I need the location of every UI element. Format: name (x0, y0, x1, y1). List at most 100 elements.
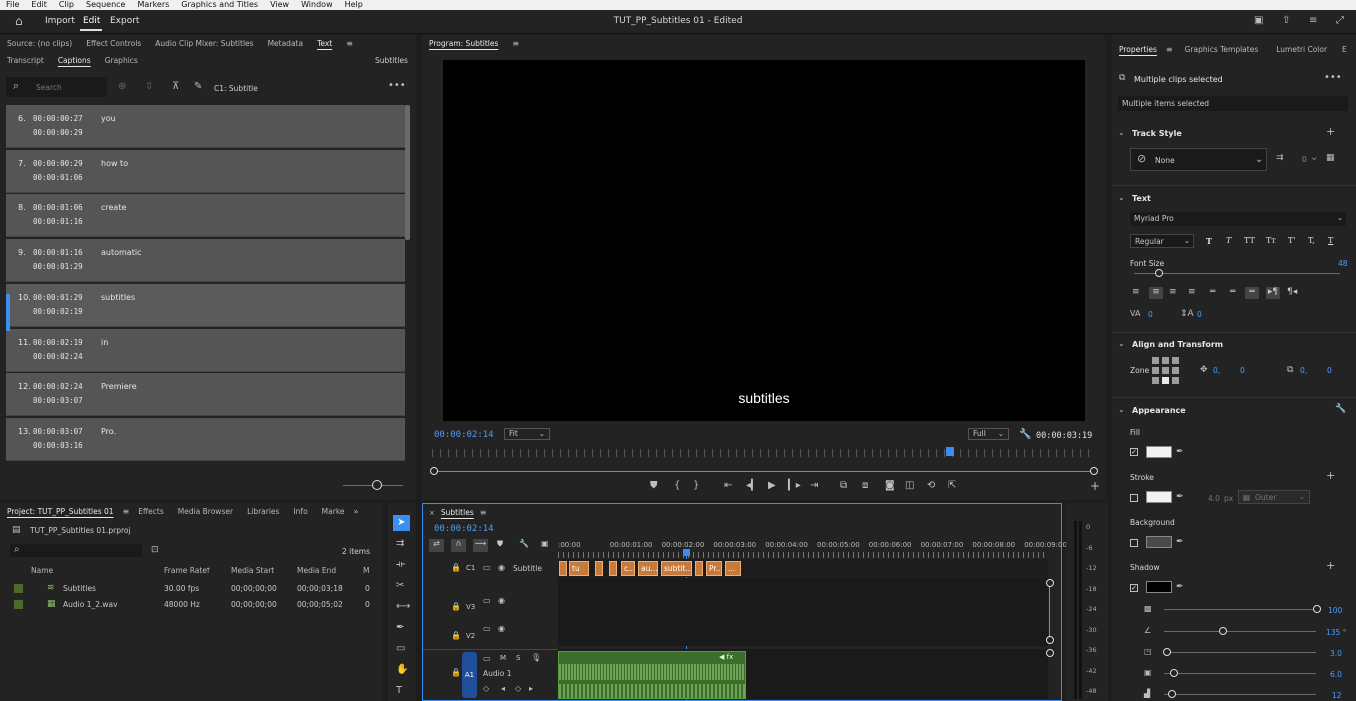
align-center-icon[interactable]: ≡ (1149, 287, 1163, 299)
shadow-angle-knob[interactable] (1219, 627, 1227, 635)
stroke-type-select[interactable]: ▦ Outer ⌄ (1238, 490, 1310, 504)
all-caps-icon[interactable]: TT (1244, 236, 1255, 245)
list-item[interactable]: 11. 00:00:02:19 00:00:02:24 in (6, 328, 405, 372)
chevron-down-icon[interactable]: ⌄ (1118, 193, 1125, 203)
list-item[interactable]: 10. 00:00:01:29 00:00:02:19 subtitles (6, 283, 405, 327)
quick-export-icon[interactable]: ▣ (1254, 16, 1263, 26)
hand-tool-icon[interactable]: ✋ (396, 665, 408, 675)
caption-clip[interactable]: subtit... (661, 561, 692, 576)
track-c1-label[interactable]: C1 (466, 564, 475, 572)
go-to-in-icon[interactable]: ⇤ (724, 481, 732, 491)
solo-icon[interactable]: S (516, 654, 520, 662)
chevron-down-icon[interactable]: ⌄ (1118, 405, 1125, 415)
label-color-swatch[interactable] (14, 584, 23, 593)
tab-project[interactable]: Project: TUT_PP_Subtitles 01 (0, 507, 121, 516)
push-style-icon[interactable]: ⇉ (1276, 153, 1284, 163)
caption-clip[interactable] (609, 561, 617, 576)
eye-icon[interactable]: ◉ (498, 563, 505, 573)
add-button-icon[interactable]: + (1090, 480, 1100, 492)
tab-graphics-templates[interactable]: Graphics Templates (1175, 45, 1269, 54)
tab-text[interactable]: Text (310, 39, 339, 48)
caption-clip[interactable]: c... (621, 561, 635, 576)
menu-help[interactable]: Help (339, 0, 369, 10)
shadow-size-value[interactable]: 6.0 (1330, 670, 1342, 679)
background-checkbox[interactable] (1130, 539, 1138, 547)
add-caption-icon[interactable]: ⊕ (118, 82, 126, 92)
more-tabs-icon[interactable]: » (352, 507, 361, 517)
shadow-angle-track[interactable] (1164, 631, 1316, 632)
shadow-blur-track[interactable] (1164, 694, 1316, 695)
caption-text[interactable]: create (101, 203, 126, 212)
eyedropper-icon[interactable]: ✒ (1176, 582, 1184, 592)
comparison-icon[interactable]: ◫ (905, 481, 914, 491)
go-to-out-icon[interactable]: ⇥ (810, 481, 818, 491)
list-item[interactable]: 12. 00:00:02:24 00:00:03:07 Premiere (6, 373, 405, 417)
nest-icon[interactable]: ⇄ (429, 539, 444, 552)
menu-markers[interactable]: Markers (131, 0, 175, 10)
font-size-slider-track[interactable] (1134, 273, 1340, 274)
leading-value[interactable]: 0 (1197, 310, 1202, 319)
eye-icon[interactable]: ◉ (498, 596, 505, 606)
settings-wrench-icon[interactable]: 🔧 (1019, 430, 1031, 440)
marker-icon[interactable]: ⛊ (650, 481, 658, 491)
prev-keyframe-icon[interactable]: ◂ (501, 684, 505, 694)
shadow-distance-knob[interactable] (1163, 648, 1171, 656)
linked-selection-icon[interactable]: ⟿ (473, 539, 488, 552)
program-playhead[interactable] (945, 447, 954, 456)
panel-menu-icon[interactable]: ≡ (339, 39, 360, 49)
play-icon[interactable]: ▶ (768, 481, 776, 491)
shadow-blur-value[interactable]: 12 (1332, 691, 1342, 700)
menu-clip[interactable]: Clip (53, 0, 80, 10)
shadow-opacity-knob[interactable] (1313, 605, 1321, 613)
more-options-icon[interactable]: ••• (388, 81, 406, 91)
captions-scrollbar[interactable] (405, 105, 410, 240)
program-ruler[interactable] (432, 449, 1096, 457)
overwrite-icon[interactable]: ⧈ (862, 481, 868, 491)
add-marker-icon[interactable]: ⛊ (497, 539, 503, 549)
subscript-icon[interactable]: T, (1308, 236, 1315, 245)
shadow-distance-track[interactable] (1164, 652, 1316, 653)
tracking-value[interactable]: 0 (1148, 310, 1153, 319)
insert-icon[interactable]: ⧉ (840, 481, 847, 491)
add-track-style-icon[interactable]: + (1326, 126, 1335, 137)
tab-essential[interactable]: E (1335, 45, 1354, 54)
selection-tool-icon[interactable]: ➤ (393, 515, 410, 531)
font-family-select[interactable]: Myriad Pro ⌄ (1130, 212, 1346, 226)
list-item[interactable]: 13. 00:00:03:07 00:00:03:16 Pro. (6, 417, 405, 461)
align-middle-icon[interactable]: ═ (1230, 287, 1235, 297)
font-size-value[interactable]: 48 (1338, 259, 1348, 268)
align-top-icon[interactable]: ═ (1210, 287, 1215, 297)
align-bottom-icon[interactable]: ═ (1245, 287, 1259, 299)
sync-lock-icon[interactable]: ▭ (483, 624, 491, 634)
faux-bold-icon[interactable]: T (1206, 236, 1212, 246)
col-m[interactable]: M (363, 566, 369, 575)
keyframe-icon[interactable]: ◇ (483, 684, 489, 694)
tab-info[interactable]: Info (286, 507, 314, 516)
timeline-playhead-handle[interactable] (683, 549, 690, 556)
background-color-swatch[interactable] (1146, 536, 1172, 548)
appearance-wrench-icon[interactable]: 🔧 (1335, 404, 1346, 414)
share-frame-icon[interactable]: ⇱ (948, 481, 956, 491)
scrub-bar[interactable] (434, 471, 1094, 472)
timeline-ruler[interactable]: :00:00 00:00:01:00 00:00:02:00 00:00:03:00 0… (558, 541, 1067, 559)
small-caps-icon[interactable]: Tт (1266, 236, 1276, 245)
table-row[interactable]: ≋ Subtitles 30.00 fps 00;00;00;00 00;00;… (0, 582, 383, 596)
ripple-edit-tool-icon[interactable]: ⟛ (396, 560, 405, 570)
close-tab-icon[interactable]: × (423, 508, 437, 518)
menu-view[interactable]: View (264, 0, 295, 10)
shadow-blur-knob[interactable] (1168, 690, 1176, 698)
scrub-end-handle[interactable] (1090, 467, 1098, 475)
props-more-icon[interactable]: ••• (1324, 73, 1342, 83)
chevron-down-icon[interactable]: ⌄ (1118, 339, 1125, 349)
export-frame-icon[interactable]: ◙ (885, 481, 895, 491)
new-bin-icon[interactable]: ⊡ (151, 545, 159, 555)
caption-text[interactable]: you (101, 114, 116, 123)
caption-text[interactable]: subtitles (101, 293, 135, 302)
split-caption-icon[interactable]: ⇳ (145, 82, 153, 92)
tab-source[interactable]: Source: (no clips) (0, 39, 79, 48)
shadow-distance-value[interactable]: 3.0 (1330, 649, 1342, 658)
scroll-mid-handle[interactable] (1046, 636, 1054, 644)
track-style-select[interactable]: ⊘ None ⌄ (1130, 148, 1267, 171)
shadow-checkbox[interactable]: ✓ (1130, 584, 1138, 592)
snap-icon[interactable]: ∩ (451, 539, 466, 552)
